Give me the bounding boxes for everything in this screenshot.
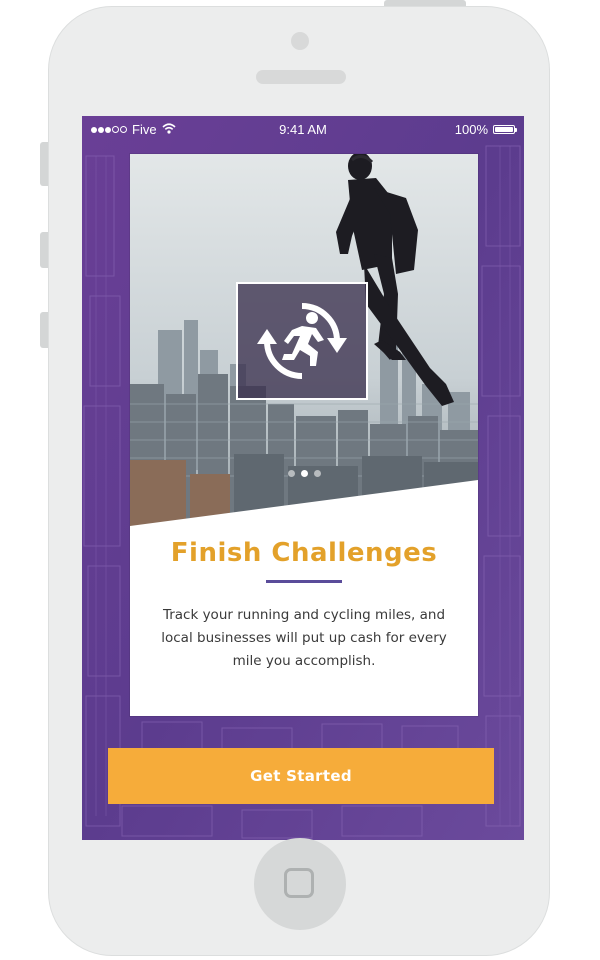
onboarding-card: Finish Challenges Track your running and… [130, 154, 478, 716]
battery-percent: 100% [454, 122, 488, 137]
device-mockup: Five 9:41 AM 100% Finish Challenges Trac… [0, 0, 600, 960]
runner-cycle-icon [257, 303, 347, 379]
app-logo-badge [236, 282, 368, 400]
status-right: 100% [454, 122, 517, 137]
hero-image [130, 154, 478, 526]
status-bar: Five 9:41 AM 100% [82, 116, 524, 142]
home-square-icon [284, 868, 314, 898]
page-dot[interactable] [287, 470, 295, 477]
battery-icon [493, 125, 517, 134]
onboarding-description: Track your running and cycling miles, an… [161, 607, 447, 669]
onboarding-title: Finish Challenges [170, 538, 438, 568]
front-camera [291, 32, 309, 50]
title-underline [266, 580, 342, 583]
phone-screen: Five 9:41 AM 100% Finish Challenges Trac… [82, 116, 524, 840]
page-indicator[interactable] [130, 470, 478, 477]
page-dot-active[interactable] [300, 470, 308, 477]
page-dot[interactable] [313, 470, 321, 477]
volume-down-button [40, 312, 48, 348]
get-started-button[interactable]: Get Started [108, 748, 494, 804]
earpiece-speaker [256, 70, 346, 84]
mute-switch [40, 142, 48, 186]
volume-up-button [40, 232, 48, 268]
